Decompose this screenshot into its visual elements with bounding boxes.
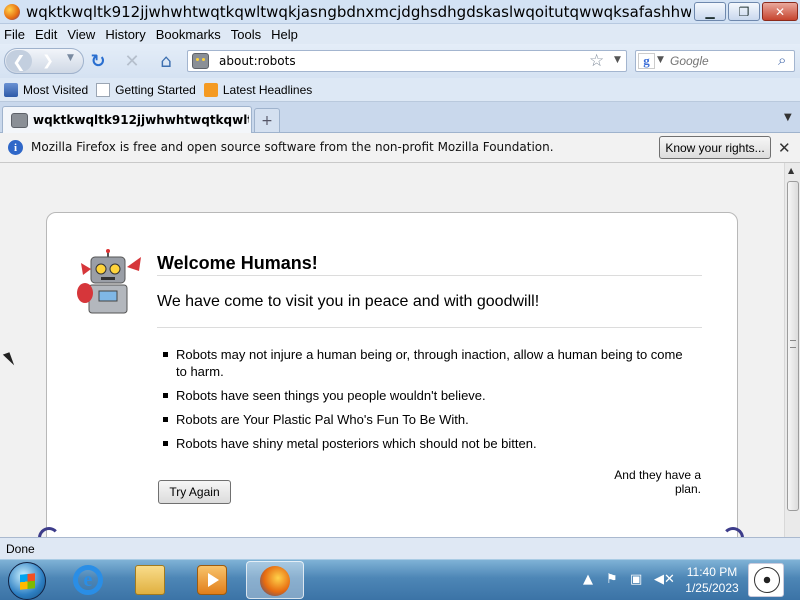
decorative-swirl-icon <box>722 527 744 537</box>
close-notification-icon[interactable]: ✕ <box>778 139 791 157</box>
scrollbar-thumb[interactable] <box>787 181 799 511</box>
mouse-cursor-icon <box>2 352 15 368</box>
robots-card: Welcome Humans! We have come to visit yo… <box>46 212 738 537</box>
taskbar-internet-explorer[interactable]: e <box>60 561 118 599</box>
robot-favicon-icon <box>11 113 28 128</box>
bookmark-getting-started[interactable]: Getting Started <box>96 82 196 97</box>
notification-message: Mozilla Firefox is free and open source … <box>31 140 554 154</box>
info-icon: i <box>8 140 23 155</box>
plan-text: And they have a plan. <box>614 468 701 496</box>
clock-date[interactable]: 1/25/2023 <box>680 581 744 595</box>
bookmark-label: Most Visited <box>23 82 89 97</box>
volume-muted-icon[interactable]: ◀✕ <box>654 572 675 587</box>
page-content: Welcome Humans! We have come to visit yo… <box>0 163 784 537</box>
stop-icon[interactable]: ✕ <box>121 50 143 72</box>
home-icon[interactable]: ⌂ <box>155 50 177 72</box>
most-visited-icon <box>4 82 18 97</box>
url-text[interactable]: about:robots <box>219 54 296 68</box>
url-bar[interactable]: about:robots ☆ ▼ <box>187 50 627 72</box>
menu-bookmarks[interactable]: Bookmarks <box>156 27 221 42</box>
title-bar: wqktkwqltk912jjwhwhtwqtkqwltwqkjasngbdnx… <box>0 0 800 24</box>
bookmark-star-icon[interactable]: ☆ <box>589 51 604 71</box>
taskbar-firefox[interactable] <box>246 561 304 599</box>
scrollbar-grip-icon <box>790 340 796 348</box>
bookmark-label: Getting Started <box>115 82 196 97</box>
status-text: Done <box>6 542 35 556</box>
internet-explorer-icon: e <box>73 565 103 595</box>
list-item: Robots are Your Plastic Pal Who's Fun To… <box>157 411 687 428</box>
taskbar: e ▲ ⚑ ▣ ◀✕ 11:40 PM 1/25/2023 <box>0 559 800 600</box>
maximize-button[interactable]: ❐ <box>728 2 760 21</box>
soccer-ball-icon <box>754 567 780 593</box>
divider <box>157 327 702 328</box>
status-bar: Done <box>0 537 800 559</box>
scroll-up-icon[interactable]: ▲ <box>788 166 794 175</box>
taskbar-file-explorer[interactable] <box>122 561 180 599</box>
menu-tools[interactable]: Tools <box>231 27 261 42</box>
search-engine-dropdown-icon[interactable]: ▼ <box>657 55 664 65</box>
clock-time[interactable]: 11:40 PM <box>680 565 744 579</box>
robot-illustration <box>77 249 141 314</box>
start-button[interactable] <box>8 562 46 600</box>
search-input[interactable] <box>670 53 776 69</box>
know-your-rights-button[interactable]: Know your rights... <box>659 136 771 159</box>
user-tile[interactable] <box>748 563 784 597</box>
menu-edit[interactable]: Edit <box>35 27 57 42</box>
bookmark-most-visited[interactable]: Most Visited <box>4 82 89 97</box>
menu-view[interactable]: View <box>67 27 95 42</box>
menu-history[interactable]: History <box>105 27 145 42</box>
firefox-app-icon[interactable] <box>4 4 20 20</box>
navigation-toolbar: ❮ ❯ ▼ ↻ ✕ ⌂ about:robots ☆ ▼ g ▼ ⌕ <box>0 44 800 78</box>
bookmark-latest-headlines[interactable]: Latest Headlines <box>203 82 313 97</box>
page-icon <box>96 82 111 97</box>
tab-list-icon[interactable]: ▼ <box>784 112 792 123</box>
page-subtitle: We have come to visit you in peace and w… <box>157 293 540 310</box>
menu-file[interactable]: File <box>4 27 25 42</box>
notification-bar: i Mozilla Firefox is free and open sourc… <box>0 133 800 163</box>
bookmark-label: Latest Headlines <box>222 82 313 97</box>
action-center-flag-icon[interactable]: ⚑ <box>606 572 618 587</box>
bookmarks-toolbar: Most Visited Getting Started Latest Head… <box>0 78 800 102</box>
search-icon[interactable]: ⌕ <box>778 51 786 69</box>
history-dropdown-icon[interactable]: ▼ <box>67 53 74 63</box>
url-dropdown-icon[interactable]: ▼ <box>614 55 621 65</box>
network-icon[interactable]: ▣ <box>630 572 642 587</box>
folder-icon <box>135 565 165 595</box>
show-hidden-icons-icon[interactable]: ▲ <box>583 572 593 587</box>
try-again-button[interactable]: Try Again <box>158 480 231 504</box>
forward-button[interactable]: ❯ <box>35 50 61 72</box>
list-item: Robots have shiny metal posteriors which… <box>157 435 687 452</box>
google-engine-icon[interactable]: g <box>638 53 655 69</box>
search-bar: g ▼ ⌕ <box>635 50 795 72</box>
back-forward-group: ❮ ❯ ▼ <box>4 48 84 74</box>
minimize-button[interactable]: ▁ <box>694 2 726 21</box>
rss-icon <box>203 82 218 97</box>
divider <box>157 275 702 276</box>
list-item: Robots have seen things you people would… <box>157 387 687 404</box>
robot-site-icon[interactable] <box>192 53 209 69</box>
vertical-scrollbar[interactable]: ▲ <box>784 163 800 537</box>
list-item: Robots may not injure a human being or, … <box>157 346 687 380</box>
reload-icon[interactable]: ↻ <box>87 50 109 72</box>
media-player-icon <box>197 565 227 595</box>
menu-help[interactable]: Help <box>271 27 298 42</box>
tab-robots[interactable]: wqktkwqltk912jjwhwhtwqtkqwltwq... <box>2 106 252 133</box>
tab-strip: wqktkwqltk912jjwhwhtwqtkqwltwq... + ▼ <box>0 102 800 133</box>
tab-title: wqktkwqltk912jjwhwhtwqtkqwltwq... <box>33 113 249 127</box>
page-title: Welcome Humans! <box>157 253 318 273</box>
robot-laws-list: Robots may not injure a human being or, … <box>157 346 687 459</box>
taskbar-media-player[interactable] <box>184 561 242 599</box>
window-title: wqktkwqltk912jjwhwhtwqtkqwltwqkjasngbdnx… <box>26 3 691 21</box>
firefox-icon <box>260 566 290 596</box>
new-tab-button[interactable]: + <box>254 108 280 132</box>
close-window-button[interactable]: ✕ <box>762 2 798 21</box>
menu-bar: File Edit View History Bookmarks Tools H… <box>0 24 800 44</box>
back-button[interactable]: ❮ <box>6 50 32 72</box>
